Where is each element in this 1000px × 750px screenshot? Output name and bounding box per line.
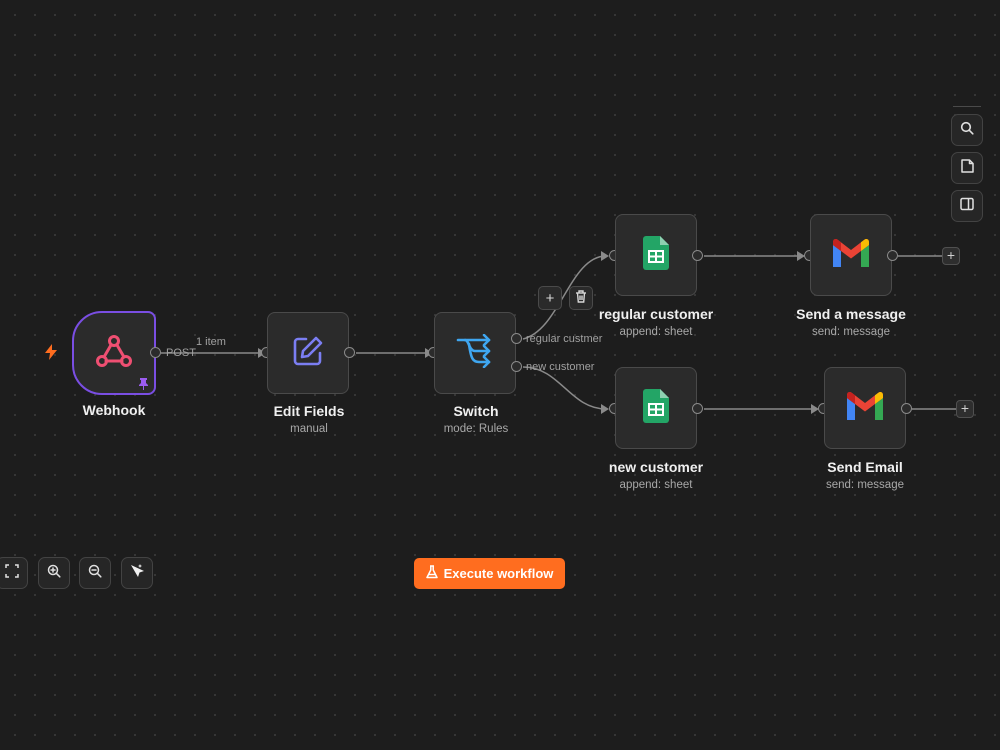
trigger-lightning-icon xyxy=(44,344,58,365)
pin-icon xyxy=(138,377,149,395)
new-customer-node[interactable] xyxy=(615,367,697,449)
add-node-button[interactable]: + xyxy=(538,286,562,310)
switch-output-handle-1[interactable] xyxy=(511,333,522,344)
pencil-edit-icon xyxy=(291,334,325,373)
tidy-up-icon xyxy=(129,563,145,584)
webhook-title: Webhook xyxy=(82,402,146,418)
webhook-output-label: POST xyxy=(166,347,196,359)
execute-workflow-button[interactable]: Execute workflow xyxy=(414,558,565,589)
new-customer-title: new customer xyxy=(608,459,704,475)
sendmessage-output-handle[interactable] xyxy=(887,250,898,261)
switch-output-2-label: new customer xyxy=(526,361,595,373)
send-email-node[interactable] xyxy=(824,367,906,449)
regular-customer-subtitle: append: sheet xyxy=(619,326,693,338)
regular-customer-title: regular customer xyxy=(598,306,714,322)
switch-output-handle-2[interactable] xyxy=(511,361,522,372)
search-icon xyxy=(960,121,974,140)
zoom-out-icon xyxy=(88,564,102,583)
sendemail-output-handle[interactable] xyxy=(901,403,912,414)
webhook-icon xyxy=(95,333,133,374)
add-after-send-message-button[interactable]: + xyxy=(942,247,960,265)
switch-node[interactable] xyxy=(434,312,516,394)
send-message-node[interactable] xyxy=(810,214,892,296)
fit-view-button[interactable] xyxy=(0,557,28,589)
zoom-in-button[interactable] xyxy=(38,557,70,589)
arrow-regular xyxy=(601,251,609,261)
send-email-title: Send Email xyxy=(827,459,903,475)
google-sheets-icon xyxy=(643,235,669,275)
add-sticky-note-button[interactable] xyxy=(951,152,983,184)
add-after-send-email-button[interactable]: + xyxy=(956,400,974,418)
sticky-note-icon xyxy=(960,158,974,178)
edit-fields-subtitle: manual xyxy=(290,423,328,435)
trash-icon xyxy=(575,289,587,307)
flask-icon xyxy=(425,565,438,582)
new-output-handle[interactable] xyxy=(692,403,703,414)
webhook-output-handle[interactable] xyxy=(150,347,161,358)
edit-fields-title: Edit Fields xyxy=(273,403,345,419)
send-email-subtitle: send: message xyxy=(826,479,904,491)
gmail-icon xyxy=(847,391,883,425)
arrow-new xyxy=(601,404,609,414)
execute-workflow-label: Execute workflow xyxy=(443,566,554,581)
zoom-in-icon xyxy=(47,564,61,583)
side-toolbar-divider xyxy=(953,106,981,107)
send-message-title: Send a message xyxy=(796,306,906,322)
switch-title: Switch xyxy=(453,403,499,419)
panel-toggle-icon xyxy=(960,197,974,216)
switch-subtitle: mode: Rules xyxy=(443,423,509,435)
regular-output-handle[interactable] xyxy=(692,250,703,261)
google-sheets-icon xyxy=(643,388,669,428)
switch-routing-icon xyxy=(455,333,495,373)
webhook-node[interactable] xyxy=(72,311,156,395)
item-count-label: 1 item xyxy=(196,336,226,348)
zoom-out-button[interactable] xyxy=(79,557,111,589)
tidy-up-button[interactable] xyxy=(121,557,153,589)
search-nodes-button[interactable] xyxy=(951,114,983,146)
edit-fields-node[interactable] xyxy=(267,312,349,394)
regular-customer-node[interactable] xyxy=(615,214,697,296)
fit-view-icon xyxy=(5,563,19,583)
send-message-subtitle: send: message xyxy=(812,326,890,338)
toggle-panel-button[interactable] xyxy=(951,190,983,222)
editfields-output-handle[interactable] xyxy=(344,347,355,358)
new-customer-subtitle: append: sheet xyxy=(619,479,693,491)
gmail-icon xyxy=(833,238,869,272)
